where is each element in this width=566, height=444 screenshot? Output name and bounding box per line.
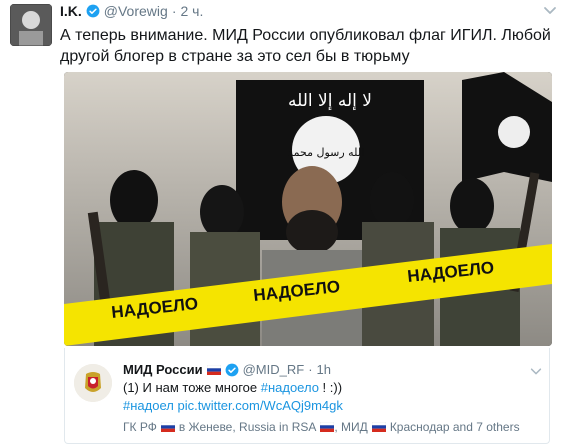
verified-icon <box>225 363 239 376</box>
quoted-avatar[interactable] <box>74 364 112 402</box>
separator-dot: · <box>171 3 177 19</box>
quoted-timestamp[interactable]: 1h <box>317 362 331 377</box>
quoted-text-suffix: ! :)) <box>318 380 343 395</box>
russia-flag-icon <box>371 422 386 432</box>
footer-text-a: ГК РФ <box>123 420 157 434</box>
russia-flag-icon <box>206 364 221 375</box>
quoted-header: МИД России @MID_RF · 1h <box>123 362 331 377</box>
tweet-timestamp[interactable]: 2 ч. <box>180 3 203 19</box>
quoted-links: #надоел pic.twitter.com/WcAQj9m4gk <box>123 398 343 413</box>
footer-text-b: в Женеве, Russia in RSA <box>178 420 317 434</box>
author-handle[interactable]: @Vorewig <box>104 3 168 19</box>
hashtag-link-2[interactable]: #надоел <box>123 398 174 413</box>
quoted-tweet[interactable]: МИД России @MID_RF · 1h (1) И нам тоже м… <box>64 348 550 444</box>
hashtag-link[interactable]: #надоело <box>261 380 319 395</box>
russia-flag-icon <box>320 422 335 432</box>
tweet-header: I.K. @Vorewig · 2 ч. <box>60 3 203 19</box>
russia-flag-icon <box>160 422 175 432</box>
quoted-text: (1) И нам тоже многое #надоело ! :)) <box>123 380 342 395</box>
media-link[interactable]: pic.twitter.com/WcAQj9m4gk <box>177 398 342 413</box>
flag-seal-text: الله رسول محمد <box>288 146 364 159</box>
separator-dot: · <box>308 362 313 377</box>
chevron-down-icon[interactable] <box>529 364 543 378</box>
verified-icon <box>86 4 100 18</box>
footer-text-c: , МИД <box>334 420 368 434</box>
quoted-author-handle[interactable]: @MID_RF <box>243 362 305 377</box>
quoted-reply-footer[interactable]: ГК РФ в Женеве, Russia in RSA , МИД Крас… <box>123 420 520 434</box>
quoted-text-prefix: (1) И нам тоже многое <box>123 380 261 395</box>
tweet-media-image[interactable]: لا إله إلا الله الله رسول محمد НАДОЕЛО Н… <box>64 72 552 346</box>
chevron-down-icon[interactable] <box>542 2 558 18</box>
quoted-author-name[interactable]: МИД России <box>123 362 203 377</box>
author-name[interactable]: I.K. <box>60 3 82 19</box>
author-avatar[interactable] <box>10 4 52 46</box>
tweet-text: А теперь внимание. МИД России опубликова… <box>60 27 551 65</box>
flag-inscription: لا إله إلا الله <box>288 91 372 111</box>
footer-text-d: Краснодар and 7 others <box>389 420 520 434</box>
